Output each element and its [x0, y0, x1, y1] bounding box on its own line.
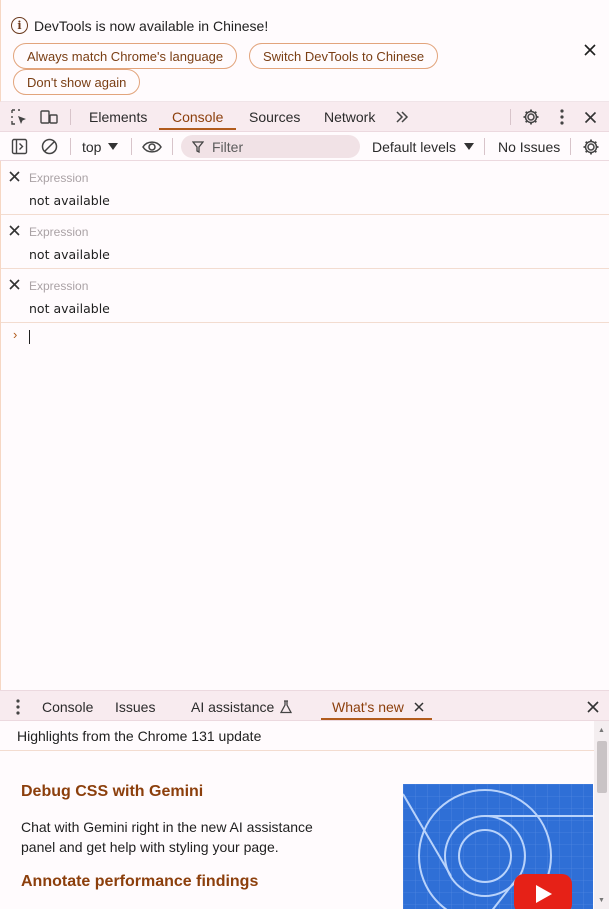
console-input-caret[interactable]	[29, 330, 30, 344]
expression-input[interactable]: Expression	[29, 279, 88, 293]
drawer-tab-ai-assistance[interactable]: AI assistance	[191, 691, 293, 722]
settings-gear-icon[interactable]	[520, 102, 542, 132]
live-expression: Expression not available	[1, 161, 609, 215]
tab-sources[interactable]: Sources	[249, 102, 300, 132]
device-toolbar-icon[interactable]	[38, 102, 60, 132]
close-devtools-icon[interactable]	[580, 102, 600, 132]
context-selector-label: top	[82, 138, 102, 155]
live-expression: Expression not available	[1, 215, 609, 269]
tab-elements[interactable]: Elements	[89, 102, 147, 132]
chrome-logo-illustration	[403, 784, 593, 909]
dont-show-again-button[interactable]: Don't show again	[13, 69, 141, 95]
drawer-tab-console[interactable]: Console	[42, 691, 93, 722]
active-tab-indicator	[159, 128, 236, 130]
live-expression: Expression not available	[1, 269, 609, 323]
more-vertical-icon[interactable]	[552, 102, 572, 132]
always-match-language-button[interactable]: Always match Chrome's language	[13, 43, 238, 69]
drawer-tab-label: AI assistance	[191, 698, 275, 715]
whats-new-panel: Highlights from the Chrome 131 update De…	[0, 721, 609, 909]
remove-expression-icon[interactable]	[9, 169, 20, 186]
tab-network[interactable]: Network	[324, 102, 375, 132]
filter-input[interactable]	[212, 138, 342, 155]
expression-input[interactable]: Expression	[29, 171, 88, 185]
dropdown-arrow-icon	[464, 143, 475, 150]
filter-box[interactable]	[181, 135, 360, 158]
dropdown-arrow-icon	[108, 143, 119, 150]
console-prompt-chevron-icon: ›	[13, 327, 18, 342]
info-icon: i	[11, 17, 28, 34]
scroll-down-arrow-icon[interactable]: ▼	[598, 897, 605, 904]
log-levels-dropdown[interactable]: Default levels	[372, 132, 475, 161]
drawer-menu-icon[interactable]	[10, 691, 26, 722]
language-infobar: i DevTools is now available in Chinese! …	[0, 0, 609, 102]
whats-new-header: Highlights from the Chrome 131 update	[0, 721, 594, 751]
toolbar-divider	[510, 109, 511, 125]
drawer-active-tab-indicator	[321, 718, 432, 720]
drawer-tab-label: What's new	[332, 698, 404, 715]
main-toolbar: Elements Console Sources Network	[0, 102, 609, 132]
eye-icon[interactable]	[141, 132, 163, 161]
toolbar-divider	[70, 138, 71, 155]
chrome-video-thumbnail[interactable]	[403, 784, 593, 909]
expression-value: not available	[29, 301, 110, 316]
expression-value: not available	[29, 247, 110, 262]
feature-description: Chat with Gemini right in the new AI ass…	[21, 819, 313, 855]
close-drawer-icon[interactable]	[584, 691, 602, 722]
infobar-message-row: i DevTools is now available in Chinese!	[11, 17, 268, 34]
scroll-up-arrow-icon[interactable]: ▲	[598, 727, 605, 734]
inspect-element-icon[interactable]	[8, 102, 30, 132]
issues-counter[interactable]: No Issues	[498, 132, 560, 161]
more-tabs-icon[interactable]	[392, 102, 412, 132]
toolbar-divider	[570, 138, 571, 155]
console-output[interactable]: Expression not available Expression not …	[0, 161, 609, 690]
context-selector[interactable]: top	[82, 132, 119, 161]
scrollbar-thumb[interactable]	[597, 741, 607, 793]
expression-value: not available	[29, 193, 110, 208]
feature-title[interactable]: Annotate performance findings	[21, 873, 258, 891]
drawer-tabbar: Console Issues AI assistance What's new	[0, 690, 609, 721]
toolbar-divider	[172, 138, 173, 155]
toolbar-divider	[70, 109, 71, 125]
whats-new-header-text: Highlights from the Chrome 131 update	[17, 728, 262, 744]
switch-to-chinese-button[interactable]: Switch DevTools to Chinese	[249, 43, 439, 69]
remove-expression-icon[interactable]	[9, 277, 20, 294]
sidebar-toggle-icon[interactable]	[9, 132, 29, 161]
drawer-scrollbar[interactable]: ▲ ▼	[594, 721, 609, 909]
infobar-message: DevTools is now available in Chinese!	[34, 17, 269, 34]
feature-title[interactable]: Debug CSS with Gemini	[21, 783, 203, 801]
console-toolbar: top Default levels No Issues	[0, 132, 609, 161]
infobar-close-icon[interactable]	[583, 41, 597, 62]
console-settings-icon[interactable]	[580, 132, 602, 161]
remove-expression-icon[interactable]	[9, 223, 20, 240]
close-tab-icon[interactable]	[414, 701, 424, 712]
flask-icon	[280, 699, 293, 713]
log-levels-label: Default levels	[372, 138, 457, 155]
toolbar-divider	[484, 138, 485, 155]
toolbar-divider	[131, 138, 132, 155]
clear-console-icon[interactable]	[39, 132, 59, 161]
filter-icon	[192, 140, 204, 153]
expression-input[interactable]: Expression	[29, 225, 88, 239]
drawer-tab-issues[interactable]: Issues	[115, 691, 155, 722]
